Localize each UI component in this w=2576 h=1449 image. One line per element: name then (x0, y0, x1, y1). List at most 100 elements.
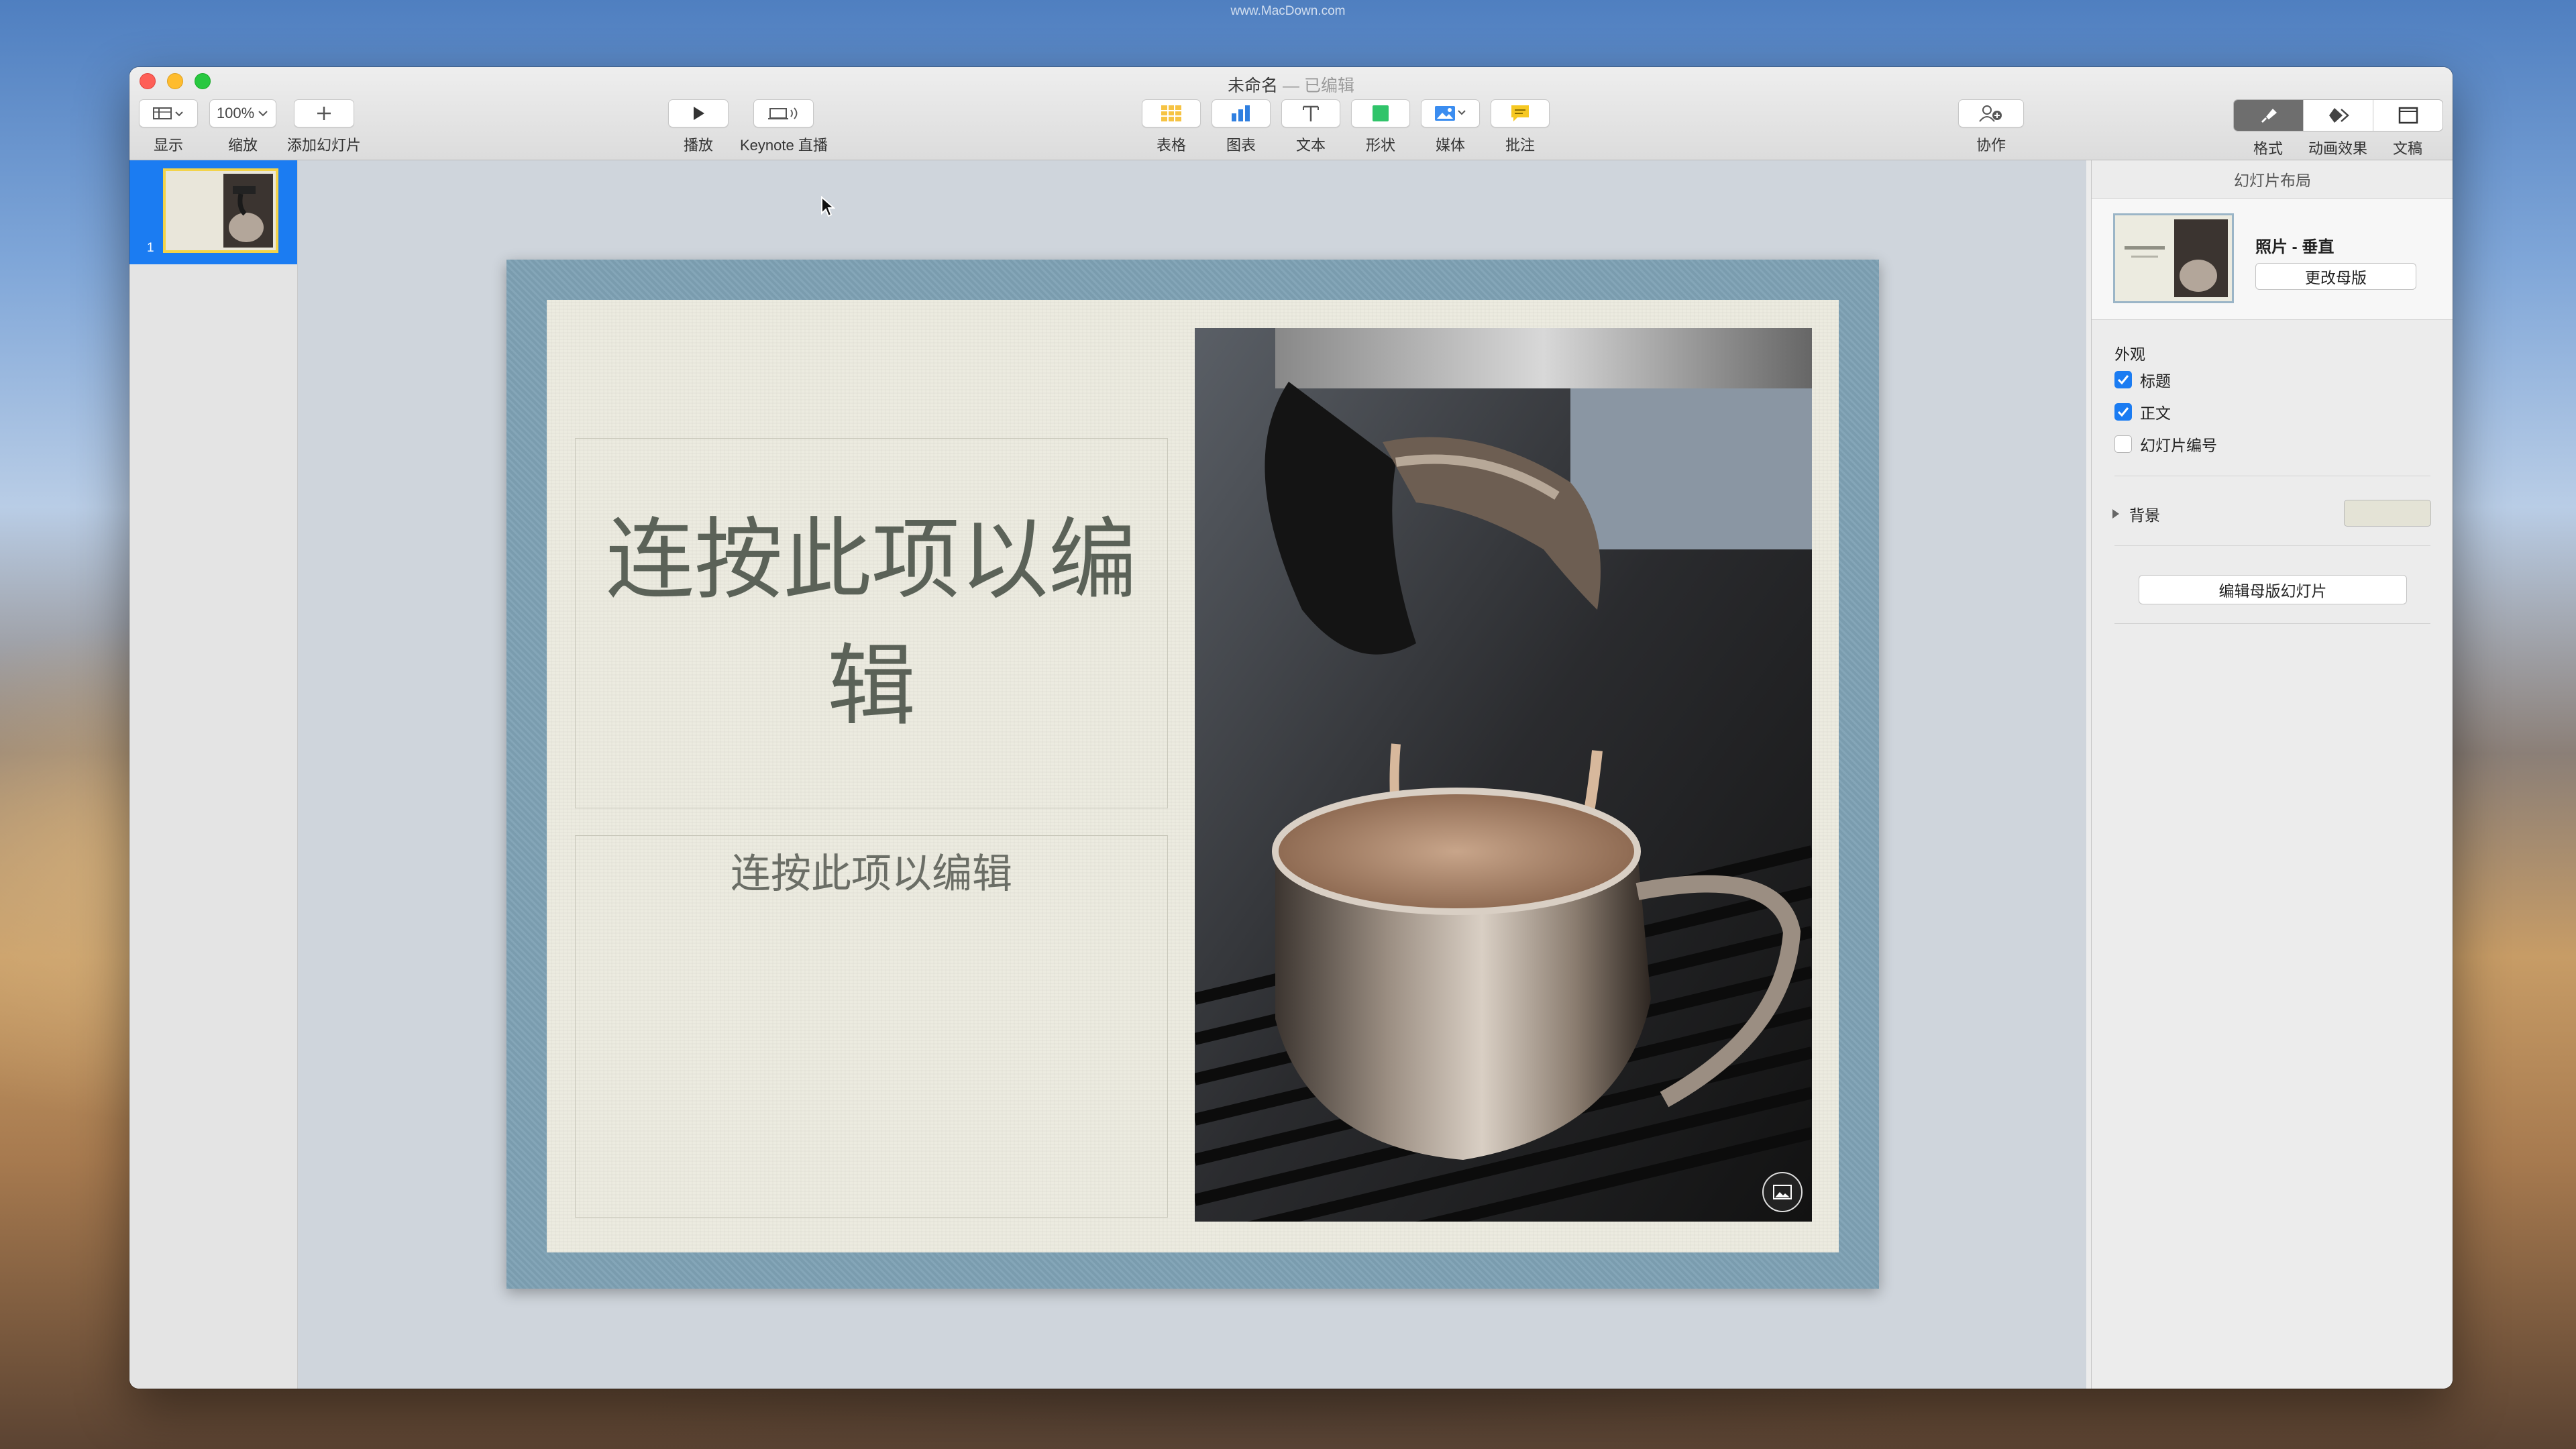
slide-number-checkbox[interactable] (2114, 435, 2132, 453)
replace-image-button[interactable] (1762, 1172, 1803, 1212)
photo-placeholder[interactable] (1195, 328, 1812, 1222)
arrow-cursor-icon (821, 195, 836, 217)
document-tab[interactable] (2373, 100, 2443, 131)
image-icon (1773, 1185, 1792, 1199)
text-icon (1303, 105, 1319, 121)
background-color-swatch[interactable] (2344, 500, 2431, 527)
zoom-select[interactable]: 100% (209, 99, 276, 127)
play-label: 播放 (683, 137, 713, 154)
slide-number: 1 (147, 241, 154, 255)
layout-name: 照片 - 垂直 (2255, 238, 2334, 256)
collaborate-icon (1979, 105, 2002, 122)
shape-tool[interactable]: 形状 (1351, 99, 1410, 155)
keynote-live-label: Keynote 直播 (740, 137, 828, 154)
chart-icon (1232, 105, 1250, 121)
add-slide-button[interactable] (294, 99, 354, 127)
toolbar: 未命名 — 已编辑 显示 100% 缩放 添加幻灯片 播放 Keynote 直播 (129, 67, 2453, 160)
slide[interactable]: 连按此项以编辑 连按此项以编辑 (506, 260, 1879, 1289)
sidebar-icon (153, 107, 183, 119)
keynote-live-button[interactable] (753, 99, 814, 127)
document-label: 文稿 (2392, 140, 2422, 157)
chart-button[interactable] (1212, 99, 1271, 127)
keynote-live-tool[interactable]: Keynote 直播 (740, 99, 828, 155)
inspector-tab-labels: 格式 动画效果 文稿 (2233, 137, 2443, 158)
table-label: 表格 (1156, 137, 1186, 154)
play-icon (694, 107, 704, 120)
text-tool[interactable]: 文本 (1281, 99, 1340, 155)
table-tool[interactable]: 表格 (1142, 99, 1201, 155)
table-button[interactable] (1142, 99, 1201, 127)
coffee-photo (1195, 328, 1812, 1222)
media-button[interactable] (1421, 99, 1480, 127)
master-thumbnail[interactable] (2113, 213, 2234, 303)
animate-icon (2328, 108, 2349, 123)
slide-thumbnail-preview (166, 171, 276, 250)
collaborate-label: 协作 (1976, 137, 2006, 154)
change-master-button[interactable]: 更改母版 (2255, 263, 2416, 290)
zoom-value: 100% (216, 105, 255, 121)
media-tool[interactable]: 媒体 (1421, 99, 1480, 155)
format-tab[interactable] (2234, 100, 2304, 131)
body-placeholder[interactable]: 连按此项以编辑 (575, 835, 1168, 1218)
slide-layout-card: 照片 - 垂直 更改母版 (2092, 199, 2453, 320)
comment-tool[interactable]: 批注 (1491, 99, 1550, 155)
play-button[interactable] (668, 99, 729, 127)
media-label: 媒体 (1435, 137, 1465, 154)
collaborate-tool[interactable]: 协作 (1958, 99, 2024, 155)
document-status: — 已编辑 (1278, 76, 1354, 95)
slide-paper-background: 连按此项以编辑 连按此项以编辑 (547, 300, 1839, 1252)
chart-tool[interactable]: 图表 (1212, 99, 1271, 155)
shape-icon (1373, 105, 1389, 121)
slide-thumbnail-selected[interactable]: 1 (129, 160, 297, 264)
add-slide-tool[interactable]: 添加幻灯片 (287, 99, 361, 155)
window-title: 未命名 — 已编辑 (129, 72, 2453, 97)
table-icon (1161, 105, 1181, 121)
slide-body[interactable]: 连按此项以编辑 (576, 841, 1167, 900)
master-thumbnail-preview (2115, 215, 2232, 301)
body-option-label: 正文 (2140, 405, 2171, 422)
view-button[interactable] (139, 99, 198, 127)
slide-number-option-label: 幻灯片编号 (2140, 437, 2217, 454)
slide-number-option-row[interactable]: 幻灯片编号 (2114, 433, 2217, 455)
body-checkbox[interactable] (2114, 403, 2132, 421)
plus-icon (317, 107, 331, 120)
comment-button[interactable] (1491, 99, 1550, 127)
text-label: 文本 (1295, 137, 1326, 154)
format-inspector: 幻灯片布局 照片 - 垂直 更改母版 外观 标题 正文 幻灯片编号 背景 编辑母… (2091, 160, 2453, 1389)
paintbrush-icon (2261, 109, 2277, 123)
slide-navigator: 1 (129, 160, 298, 1389)
body-option-row[interactable]: 正文 (2114, 400, 2171, 423)
title-option-row[interactable]: 标题 (2114, 368, 2171, 391)
chart-label: 图表 (1226, 137, 1256, 154)
animate-tab[interactable] (2304, 100, 2373, 131)
edit-master-slide-button[interactable]: 编辑母版幻灯片 (2139, 575, 2407, 604)
disclosure-triangle-icon (2112, 509, 2119, 519)
play-tool[interactable]: 播放 (668, 99, 729, 155)
text-button[interactable] (1281, 99, 1340, 127)
zoom-tool[interactable]: 100% 缩放 (209, 99, 276, 155)
title-checkbox[interactable] (2114, 371, 2132, 388)
slide-title[interactable]: 连按此项以编辑 (576, 497, 1167, 749)
view-label: 显示 (153, 137, 183, 154)
slide-canvas: 连按此项以编辑 连按此项以编辑 (298, 160, 2086, 1389)
view-tool[interactable]: 显示 (139, 99, 198, 155)
background-disclosure[interactable]: 背景 (2110, 502, 2160, 525)
appearance-heading: 外观 (2114, 345, 2145, 363)
document-name: 未命名 (1228, 76, 1279, 95)
divider (2114, 545, 2430, 546)
slide-thumbnail[interactable] (163, 168, 278, 253)
watermark: www.MacDown.com (1230, 4, 1346, 18)
inspector-title: 幻灯片布局 (2092, 160, 2453, 199)
add-slide-label: 添加幻灯片 (287, 137, 362, 154)
format-label: 格式 (2253, 140, 2283, 157)
shape-button[interactable] (1351, 99, 1410, 127)
inspector-tabs (2233, 99, 2443, 131)
document-icon (2398, 107, 2418, 124)
checkmark-icon (2117, 407, 2129, 417)
divider (2114, 623, 2430, 624)
collaborate-button[interactable] (1958, 99, 2024, 127)
title-option-label: 标题 (2140, 372, 2171, 390)
image-icon (1435, 106, 1466, 121)
title-placeholder[interactable]: 连按此项以编辑 (575, 438, 1168, 808)
comment-label: 批注 (1505, 137, 1535, 154)
